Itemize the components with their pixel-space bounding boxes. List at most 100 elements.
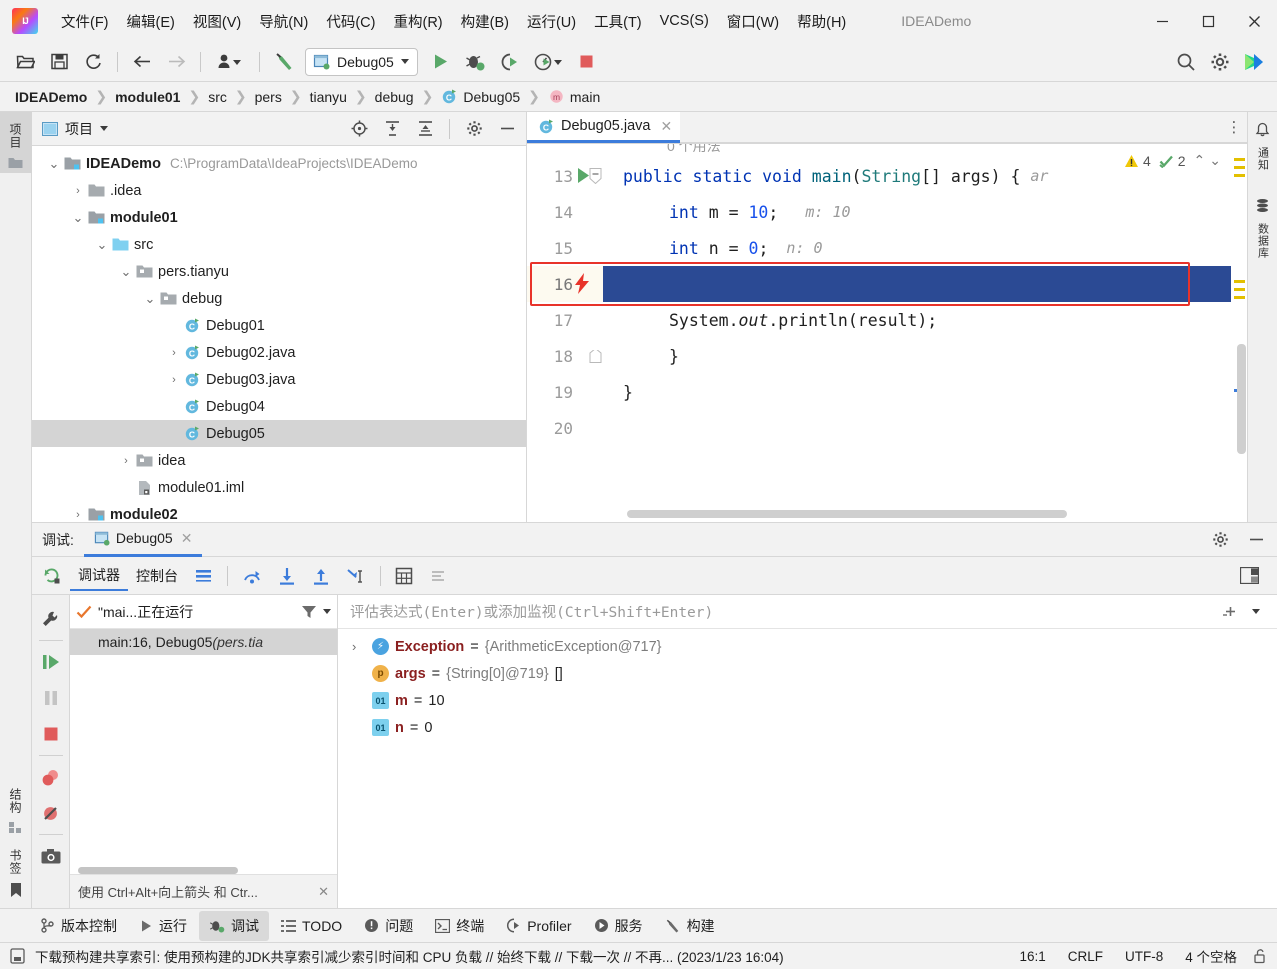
camera-screenshot-icon[interactable]: [34, 838, 68, 874]
run-to-cursor-icon[interactable]: [338, 561, 374, 591]
code-line-17[interactable]: System.out.println(result);: [603, 302, 1231, 338]
toolwindow-vcs[interactable]: 版本控制: [30, 911, 127, 941]
tree-node-debug05[interactable]: CDebug05: [32, 420, 526, 447]
toolwindow-terminal[interactable]: 终端: [425, 911, 494, 941]
code-line-19[interactable]: }: [603, 374, 1231, 410]
frame-row[interactable]: main:16, Debug05 (pers.tia: [70, 629, 337, 655]
inspection-marker[interactable]: [1234, 288, 1245, 291]
search-icon[interactable]: [1171, 47, 1201, 77]
step-into-icon[interactable]: [270, 561, 304, 591]
variable-row-n[interactable]: 01n = 0: [338, 714, 1277, 741]
usage-hint[interactable]: 0 个用法: [667, 144, 721, 152]
sidebar-tab-project[interactable]: 项目: [0, 112, 32, 173]
step-over-icon[interactable]: [234, 561, 270, 591]
mute-breakpoints-icon[interactable]: [421, 561, 455, 591]
layout-settings-icon[interactable]: [1232, 561, 1267, 591]
tree-node-debug02-java[interactable]: ›CDebug02.java: [32, 339, 526, 366]
chevron-down-icon[interactable]: [323, 609, 331, 614]
line-separator[interactable]: CRLF: [1062, 949, 1109, 964]
evaluate-expression-icon[interactable]: [387, 561, 421, 591]
indent-setting[interactable]: 4 个空格: [1179, 946, 1243, 966]
close-button[interactable]: [1231, 0, 1277, 42]
debug-bug-icon[interactable]: [460, 47, 490, 77]
hide-panel-icon[interactable]: [494, 116, 520, 142]
tree-node-pers-tianyu[interactable]: ⌄pers.tianyu: [32, 258, 526, 285]
editor-gutter[interactable]: 1314151617181920: [527, 144, 603, 522]
step-out-icon[interactable]: [304, 561, 338, 591]
run-icon[interactable]: [426, 47, 456, 77]
hammer-icon[interactable]: [269, 47, 299, 77]
caret-position[interactable]: 16:1: [1013, 949, 1051, 964]
code-line-20[interactable]: [603, 410, 1231, 446]
tree-node-debug03-java[interactable]: ›CDebug03.java: [32, 366, 526, 393]
line-number-14[interactable]: 14: [533, 194, 573, 230]
line-number-13[interactable]: 13: [533, 158, 573, 194]
tree-node-ideademo[interactable]: ⌄IDEADemoC:\ProgramData\IdeaProjects\IDE…: [32, 150, 526, 177]
collapse-all-icon[interactable]: [412, 116, 438, 142]
inspection-marker[interactable]: [1234, 166, 1245, 169]
breadcrumb-item-project[interactable]: IDEADemo: [12, 88, 90, 106]
chevron-right-icon[interactable]: ›: [118, 455, 134, 467]
tree-node--idea[interactable]: ›.idea: [32, 177, 526, 204]
fold-collapse-icon[interactable]: [589, 168, 602, 184]
editor-vertical-scrollbar[interactable]: [1237, 344, 1246, 454]
chevron-right-icon[interactable]: ›: [70, 509, 86, 521]
menu-code[interactable]: 代码(C): [317, 7, 384, 36]
breadcrumb-item-pers[interactable]: pers: [252, 88, 285, 106]
sidebar-tab-bookmarks[interactable]: 书签: [0, 838, 32, 902]
refresh-icon[interactable]: [78, 47, 108, 77]
line-number-17[interactable]: 17: [533, 302, 573, 338]
gear-icon[interactable]: [461, 116, 487, 142]
chevron-down-icon[interactable]: [100, 126, 108, 131]
chevron-down-icon[interactable]: [1243, 599, 1269, 625]
breadcrumb-item-class[interactable]: C Debug05: [438, 87, 523, 106]
minimize-button[interactable]: [1139, 0, 1185, 42]
notification-icon[interactable]: [10, 948, 25, 964]
menu-build[interactable]: 构建(B): [452, 7, 518, 36]
tree-node-src[interactable]: ⌄src: [32, 231, 526, 258]
tree-node-debug04[interactable]: CDebug04: [32, 393, 526, 420]
chevron-right-icon[interactable]: ›: [70, 185, 86, 197]
debug-settings-wrench-icon[interactable]: [34, 601, 68, 637]
status-message[interactable]: 下载预构建共享索引: 使用预构建的JDK共享索引减少索引时间和 CPU 负载 /…: [35, 946, 1003, 966]
tree-node-debug[interactable]: ⌄debug: [32, 285, 526, 312]
tree-node-module01[interactable]: ⌄module01: [32, 204, 526, 231]
project-tree[interactable]: ⌄IDEADemoC:\ProgramData\IdeaProjects\IDE…: [32, 146, 526, 522]
show-execution-point-icon[interactable]: [186, 561, 221, 591]
run-configuration-selector[interactable]: Debug05: [305, 48, 418, 76]
tree-node-idea[interactable]: ›idea: [32, 447, 526, 474]
evaluate-expression-bar[interactable]: 评估表达式(Enter)或添加监视(Ctrl+Shift+Enter): [338, 595, 1277, 629]
line-number-18[interactable]: 18: [533, 338, 573, 374]
editor-right-gutter[interactable]: [1231, 144, 1247, 522]
debug-tab-console[interactable]: 控制台: [128, 561, 186, 591]
mute-breakpoints-toggle-icon[interactable]: [34, 795, 68, 831]
editor-horizontal-scrollbar[interactable]: [627, 510, 1067, 518]
back-arrow-icon[interactable]: [127, 47, 157, 77]
exception-bolt-icon[interactable]: [573, 273, 592, 294]
chevron-up-icon[interactable]: ⌃: [1194, 152, 1206, 169]
breadcrumb-item-method[interactable]: m main: [545, 87, 603, 106]
editor-tab-debug05[interactable]: C Debug05.java ✕: [527, 112, 680, 143]
code-line-18[interactable]: }: [603, 338, 1231, 374]
sidebar-tab-structure[interactable]: 结构: [0, 777, 32, 838]
menu-run[interactable]: 运行(U): [518, 7, 585, 36]
inspection-marker[interactable]: [1234, 280, 1245, 283]
chevron-down-icon[interactable]: ⌄: [46, 156, 62, 172]
breadcrumb-item-module[interactable]: module01: [112, 88, 183, 106]
variable-row-m[interactable]: 01m = 10: [338, 687, 1277, 714]
toolwindow-profiler[interactable]: Profiler: [496, 913, 581, 939]
add-watch-icon[interactable]: [1217, 599, 1243, 625]
code-text[interactable]: 0 个用法 public static void main(String[] a…: [603, 144, 1231, 522]
toolwindow-todo[interactable]: TODO: [271, 913, 352, 939]
code-line-14[interactable]: int m = 10; m: 10: [603, 194, 1231, 230]
frames-horizontal-scrollbar[interactable]: [78, 867, 238, 874]
menu-file[interactable]: 文件(F): [52, 7, 118, 36]
debug-tab-debugger[interactable]: 调试器: [70, 561, 128, 591]
sidebar-tab-notifications[interactable]: 通知: [1255, 122, 1271, 178]
chevron-down-icon[interactable]: ⌄: [70, 210, 86, 226]
file-encoding[interactable]: UTF-8: [1119, 949, 1169, 964]
toolwindow-run[interactable]: 运行: [129, 911, 197, 941]
filter-icon[interactable]: [301, 604, 317, 620]
menu-help[interactable]: 帮助(H): [788, 7, 855, 36]
code-line-15[interactable]: int n = 0; n: 0: [603, 230, 1231, 266]
